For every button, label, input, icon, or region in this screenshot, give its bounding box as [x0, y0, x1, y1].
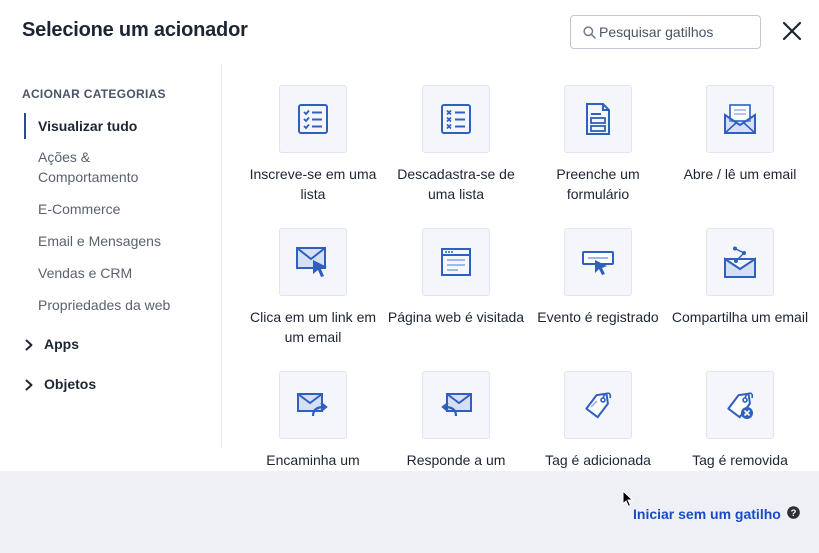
web-page-icon: [441, 248, 471, 276]
trigger-label: Compartilha um email: [671, 309, 809, 325]
trigger-label: Inscreve-se em uma lista: [249, 166, 377, 202]
trigger-label: Abre / lê um email: [683, 166, 797, 182]
active-category-indicator: [24, 113, 26, 139]
trigger-tag-removed[interactable]: Tag é removida: [670, 371, 810, 470]
close-icon[interactable]: [781, 20, 803, 42]
trigger-icon-box: [706, 85, 774, 153]
trigger-tag-added[interactable]: Tag é adicionada: [528, 371, 668, 470]
search-box[interactable]: [570, 15, 761, 49]
trigger-label: Preenche um formulário: [556, 166, 640, 202]
trigger-fills-form[interactable]: Preenche um formulário: [528, 85, 668, 204]
trigger-label: Página web é visitada: [387, 309, 525, 325]
subscribe-list-icon: [298, 104, 328, 134]
trigger-subscribe-list[interactable]: Inscreve-se em uma lista: [243, 85, 383, 204]
trigger-icon-box: [279, 85, 347, 153]
trigger-shares-email[interactable]: Compartilha um email: [670, 228, 810, 327]
trigger-icon-box: [279, 228, 347, 296]
trigger-icon-box: [279, 371, 347, 439]
trigger-opens-email[interactable]: Abre / lê um email: [670, 85, 810, 184]
sidebar-group-label: Objetos: [44, 376, 97, 392]
sidebar-item-sales-crm[interactable]: Vendas e CRM: [38, 263, 218, 283]
trigger-label: Responde a um: [406, 452, 506, 468]
sidebar-group-label: Apps: [44, 336, 79, 352]
trigger-replies-email[interactable]: Responde a um: [386, 371, 526, 470]
trigger-label: Descadastra-se de uma lista: [397, 166, 515, 202]
trigger-unsubscribe-list[interactable]: Descadastra-se de uma lista: [386, 85, 526, 204]
mouse-cursor-icon: [622, 490, 634, 508]
sidebar-item-actions-behavior[interactable]: Ações & Comportamento: [38, 147, 188, 187]
tag-removed-icon: [727, 392, 754, 419]
modal-title: Selecione um acionador: [22, 19, 248, 41]
trigger-icon-box: [422, 371, 490, 439]
unsubscribe-list-icon: [441, 104, 471, 134]
trigger-icon-box: [706, 371, 774, 439]
svg-text:?: ?: [791, 508, 797, 519]
event-icon: [582, 251, 614, 275]
trigger-label: Tag é adicionada: [545, 452, 651, 468]
trigger-label: Encaminha um: [266, 452, 360, 468]
trigger-forwards-email[interactable]: Encaminha um: [243, 371, 383, 470]
trigger-icon-box: [564, 228, 632, 296]
trigger-grid: Inscreve-se em uma lista Descadastra-se …: [223, 64, 819, 471]
tag-added-icon: [585, 392, 612, 419]
forward-email-icon: [297, 393, 328, 417]
sidebar-item-web-properties[interactable]: Propriedades da web: [38, 295, 218, 315]
chevron-right-icon: [24, 338, 38, 352]
modal-header: Selecione um acionador: [0, 0, 819, 64]
start-without-trigger-link[interactable]: Iniciar sem um gatilho: [633, 506, 781, 522]
search-input[interactable]: [599, 16, 757, 48]
sidebar-group-objects[interactable]: Objetos: [24, 376, 96, 392]
click-email-link-icon: [296, 247, 327, 277]
trigger-label: Tag é removida: [692, 452, 788, 468]
trigger-label: Evento é registrado: [537, 309, 659, 325]
sidebar-item-ecommerce[interactable]: E-Commerce: [38, 199, 218, 219]
modal-footer: Iniciar sem um gatilho ?: [0, 471, 819, 553]
trigger-icon-box: [564, 85, 632, 153]
trigger-icon-box: [706, 228, 774, 296]
categories-heading: ACIONAR CATEGORIAS: [22, 87, 166, 101]
trigger-web-page-visited[interactable]: Página web é visitada: [386, 228, 526, 327]
question-circle-icon[interactable]: ?: [787, 506, 800, 519]
trigger-label: Clica em um link em um email: [249, 309, 377, 345]
trigger-icon-box: [422, 228, 490, 296]
trigger-icon-box: [422, 85, 490, 153]
chevron-right-icon: [24, 378, 38, 392]
trigger-clicks-email-link[interactable]: Clica em um link em um email: [243, 228, 383, 347]
search-icon: [583, 26, 596, 39]
sidebar-item-email-messages[interactable]: Email e Mensagens: [38, 231, 218, 251]
sidebar-item-view-all[interactable]: Visualizar tudo: [38, 116, 218, 136]
share-email-icon: [724, 246, 756, 278]
trigger-event-recorded[interactable]: Evento é registrado: [528, 228, 668, 327]
form-icon: [586, 103, 610, 135]
reply-email-icon: [441, 393, 472, 417]
sidebar-group-apps[interactable]: Apps: [24, 336, 79, 352]
open-email-icon: [724, 104, 756, 134]
trigger-icon-box: [564, 371, 632, 439]
